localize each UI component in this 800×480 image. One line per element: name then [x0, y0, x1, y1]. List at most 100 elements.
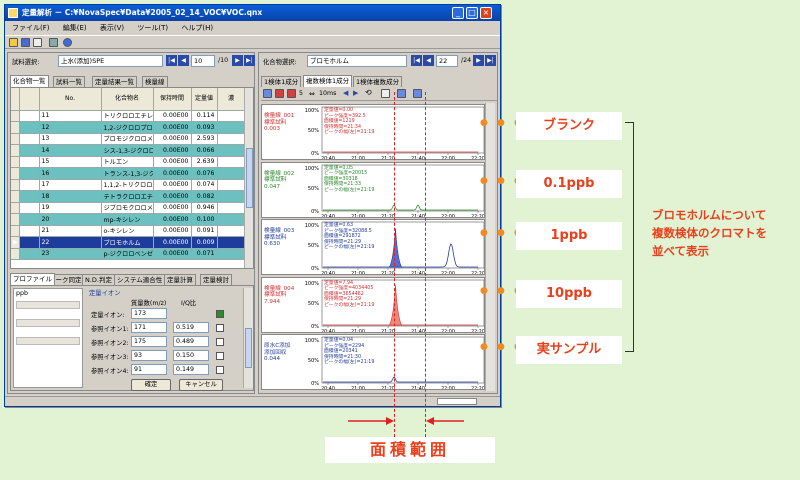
chromatogram-row[interactable]: 原水C添加 添加回収 0.044 100% 50% 0% 20:40 21:00 21:20… [261, 334, 485, 390]
prev-page-button[interactable]: ◀ [178, 55, 189, 66]
next-compound-button[interactable]: ▶ [473, 55, 484, 66]
maximize-button[interactable]: □ [466, 7, 478, 19]
tab-result-list[interactable]: 定量結果一覧 [92, 76, 137, 87]
next-page-button[interactable]: ▶ [232, 55, 243, 66]
step-forward-icon[interactable]: ▶ [353, 89, 358, 97]
zoom-icon[interactable] [263, 89, 272, 98]
x-tick-label: 21:20 [381, 329, 395, 333]
scale-value[interactable]: 5 [299, 90, 303, 97]
profile-list-item[interactable] [16, 301, 80, 309]
table-row[interactable]: 11トリクロロエチレン0.00E000.114 [11, 110, 246, 122]
tab-profile[interactable]: プロファイル [10, 273, 55, 285]
app-icon [8, 8, 18, 18]
step-back-icon[interactable]: ◀ [343, 89, 348, 97]
col-name[interactable]: 化合物名 [101, 88, 154, 111]
chromatogram-row[interactable]: 検量線_002 標準試料 0.047 100% 50% 0% 20:40 21:00 21:… [261, 161, 485, 218]
profile-list-item[interactable] [16, 319, 80, 327]
help-icon[interactable] [63, 38, 72, 47]
ion-checkbox[interactable] [216, 324, 224, 332]
profile-scroll-thumb[interactable] [245, 328, 252, 368]
profile-list[interactable]: ppb [13, 288, 83, 388]
table-row[interactable]: 14シス-1,3-ジクロロ...0.00E000.066 [11, 144, 246, 157]
save-icon[interactable] [21, 38, 30, 47]
table-row[interactable]: 171,1,2-トリクロロエタ...0.00E000.074 [11, 179, 246, 191]
table-row[interactable]: 18テトラクロロエチレン0.00E000.082 [11, 190, 246, 203]
minimize-button[interactable]: _ [452, 7, 464, 19]
table-row[interactable]: ▶ 22 ブロモホルム 0.00E00 0.009 [11, 236, 246, 249]
time-step-value[interactable]: 10ms [319, 90, 336, 97]
profile-list-item[interactable]: ppb [16, 290, 28, 297]
cancel-button[interactable]: キャンセル [179, 379, 223, 391]
ion-checkbox[interactable] [216, 310, 224, 318]
ion-mass-input[interactable]: 171 [131, 322, 167, 333]
last-compound-button[interactable]: ▶| [485, 55, 496, 66]
profile-list-item[interactable] [16, 337, 80, 345]
table-scroll-thumb[interactable] [246, 148, 253, 208]
fit-icon[interactable]: ⇔ [309, 90, 315, 98]
sample-select[interactable]: 上水(添加)SPE [58, 55, 163, 67]
col-no[interactable]: No. [39, 88, 102, 111]
tab-nd[interactable]: N.D.判定 [82, 274, 115, 285]
ion-ratio-input[interactable]: 0.489 [173, 336, 209, 347]
open-folder-icon[interactable] [9, 38, 18, 47]
table-row[interactable]: 15 トルエン 0.00E00 2.639 [11, 156, 246, 168]
table-row[interactable]: 19ジブロモクロロメタン0.00E000.946 [11, 202, 246, 214]
chromatogram-row[interactable]: 検量線_004 標準試料 7.944 100% 50% 0% 20:40 21:00 21:… [261, 276, 485, 333]
compound-select[interactable]: ブロモホルム [307, 55, 407, 67]
menu-view[interactable]: 表示(V) [100, 24, 124, 32]
tab-calc[interactable]: 定量計算 [164, 274, 196, 285]
ion-mass-input[interactable]: 91 [131, 364, 167, 375]
tab-one-sample-one[interactable]: 1検体1成分 [261, 76, 302, 87]
table-row[interactable]: 21 o-キシレン 0.00E00 0.091 [11, 225, 246, 237]
table-row[interactable]: 20 mp-キシレン 0.00E00 0.100 [11, 213, 246, 226]
ion-ratio-input[interactable]: 0.519 [173, 322, 209, 333]
ion-ratio-input[interactable]: 0.149 [173, 364, 209, 375]
table-row[interactable]: 121,2-ジクロロプロパン0.00E000.093 [11, 121, 246, 134]
tab-one-sample-multi[interactable]: 1検体複数成分 [353, 76, 403, 87]
print-icon[interactable] [33, 38, 42, 47]
table-scrollbar[interactable] [244, 88, 253, 268]
ion-mass-input[interactable]: 175 [131, 336, 167, 347]
first-compound-button[interactable]: |◀ [411, 55, 422, 66]
grid-icon[interactable] [397, 89, 406, 98]
tab-review[interactable]: 定量検討 [200, 274, 232, 285]
ion-mass-input[interactable]: 93 [131, 350, 167, 361]
page-number-input[interactable]: 10 [191, 55, 215, 67]
menu-help[interactable]: ヘルプ(H) [181, 24, 213, 32]
last-page-button[interactable]: ▶| [244, 55, 255, 66]
chromatogram-row[interactable]: 検量線_001 標準試料 0.003 100% 50% 0% 20:40 21:00 21:… [261, 104, 485, 160]
table-row[interactable]: 23p-ジクロロベンゼン0.00E000.071 [11, 248, 246, 260]
menu-file[interactable]: ファイル(F) [12, 24, 50, 32]
close-button[interactable]: × [480, 7, 492, 19]
x-tick-label: 21:40 [411, 271, 425, 275]
refresh-icon[interactable]: ⟲ [365, 88, 372, 97]
first-page-button[interactable]: |◀ [166, 55, 177, 66]
ion-checkbox[interactable] [216, 352, 224, 360]
table-row[interactable]: 16トランス-1,3-ジクロ...0.00E000.076 [11, 167, 246, 180]
col-conc[interactable]: 濃 [217, 88, 246, 111]
tab-calibration[interactable]: 検量線 [142, 76, 168, 87]
export-icon[interactable] [413, 89, 422, 98]
tab-system[interactable]: システム適合性 [114, 274, 166, 285]
ion-checkbox[interactable] [216, 338, 224, 346]
table-row[interactable]: 13ブロモジクロロメタン0.00E002.593 [11, 133, 246, 145]
layout-icon[interactable] [49, 38, 58, 47]
profile-scrollbar[interactable] [243, 288, 253, 388]
ion-mass-input[interactable]: 173 [131, 308, 167, 319]
confirm-button[interactable]: 確定 [131, 379, 171, 391]
color-icon[interactable] [275, 89, 284, 98]
marker-icon[interactable] [287, 89, 296, 98]
ion-checkbox[interactable] [216, 366, 224, 374]
menu-edit[interactable]: 編集(E) [63, 24, 87, 32]
menu-tools[interactable]: ツール(T) [137, 24, 168, 32]
ion-ratio-input[interactable]: 0.150 [173, 350, 209, 361]
tab-compound-list[interactable]: 化合物一覧 [10, 75, 49, 87]
col-value[interactable]: 定量値 [191, 88, 218, 111]
tab-multi-sample-one[interactable]: 複数検体1成分 [303, 75, 353, 87]
prev-compound-button[interactable]: ◀ [423, 55, 434, 66]
tab-sample-list[interactable]: 試料一覧 [53, 76, 85, 87]
chromatogram-row[interactable]: 検量線_003 標準試料 0.630 100% 50% 0% 20:40 21:00 21:… [261, 219, 485, 275]
col-rt[interactable]: 保持時間 [153, 88, 192, 111]
compound-number-input[interactable]: 22 [436, 55, 458, 67]
cursor-icon[interactable] [381, 89, 390, 98]
